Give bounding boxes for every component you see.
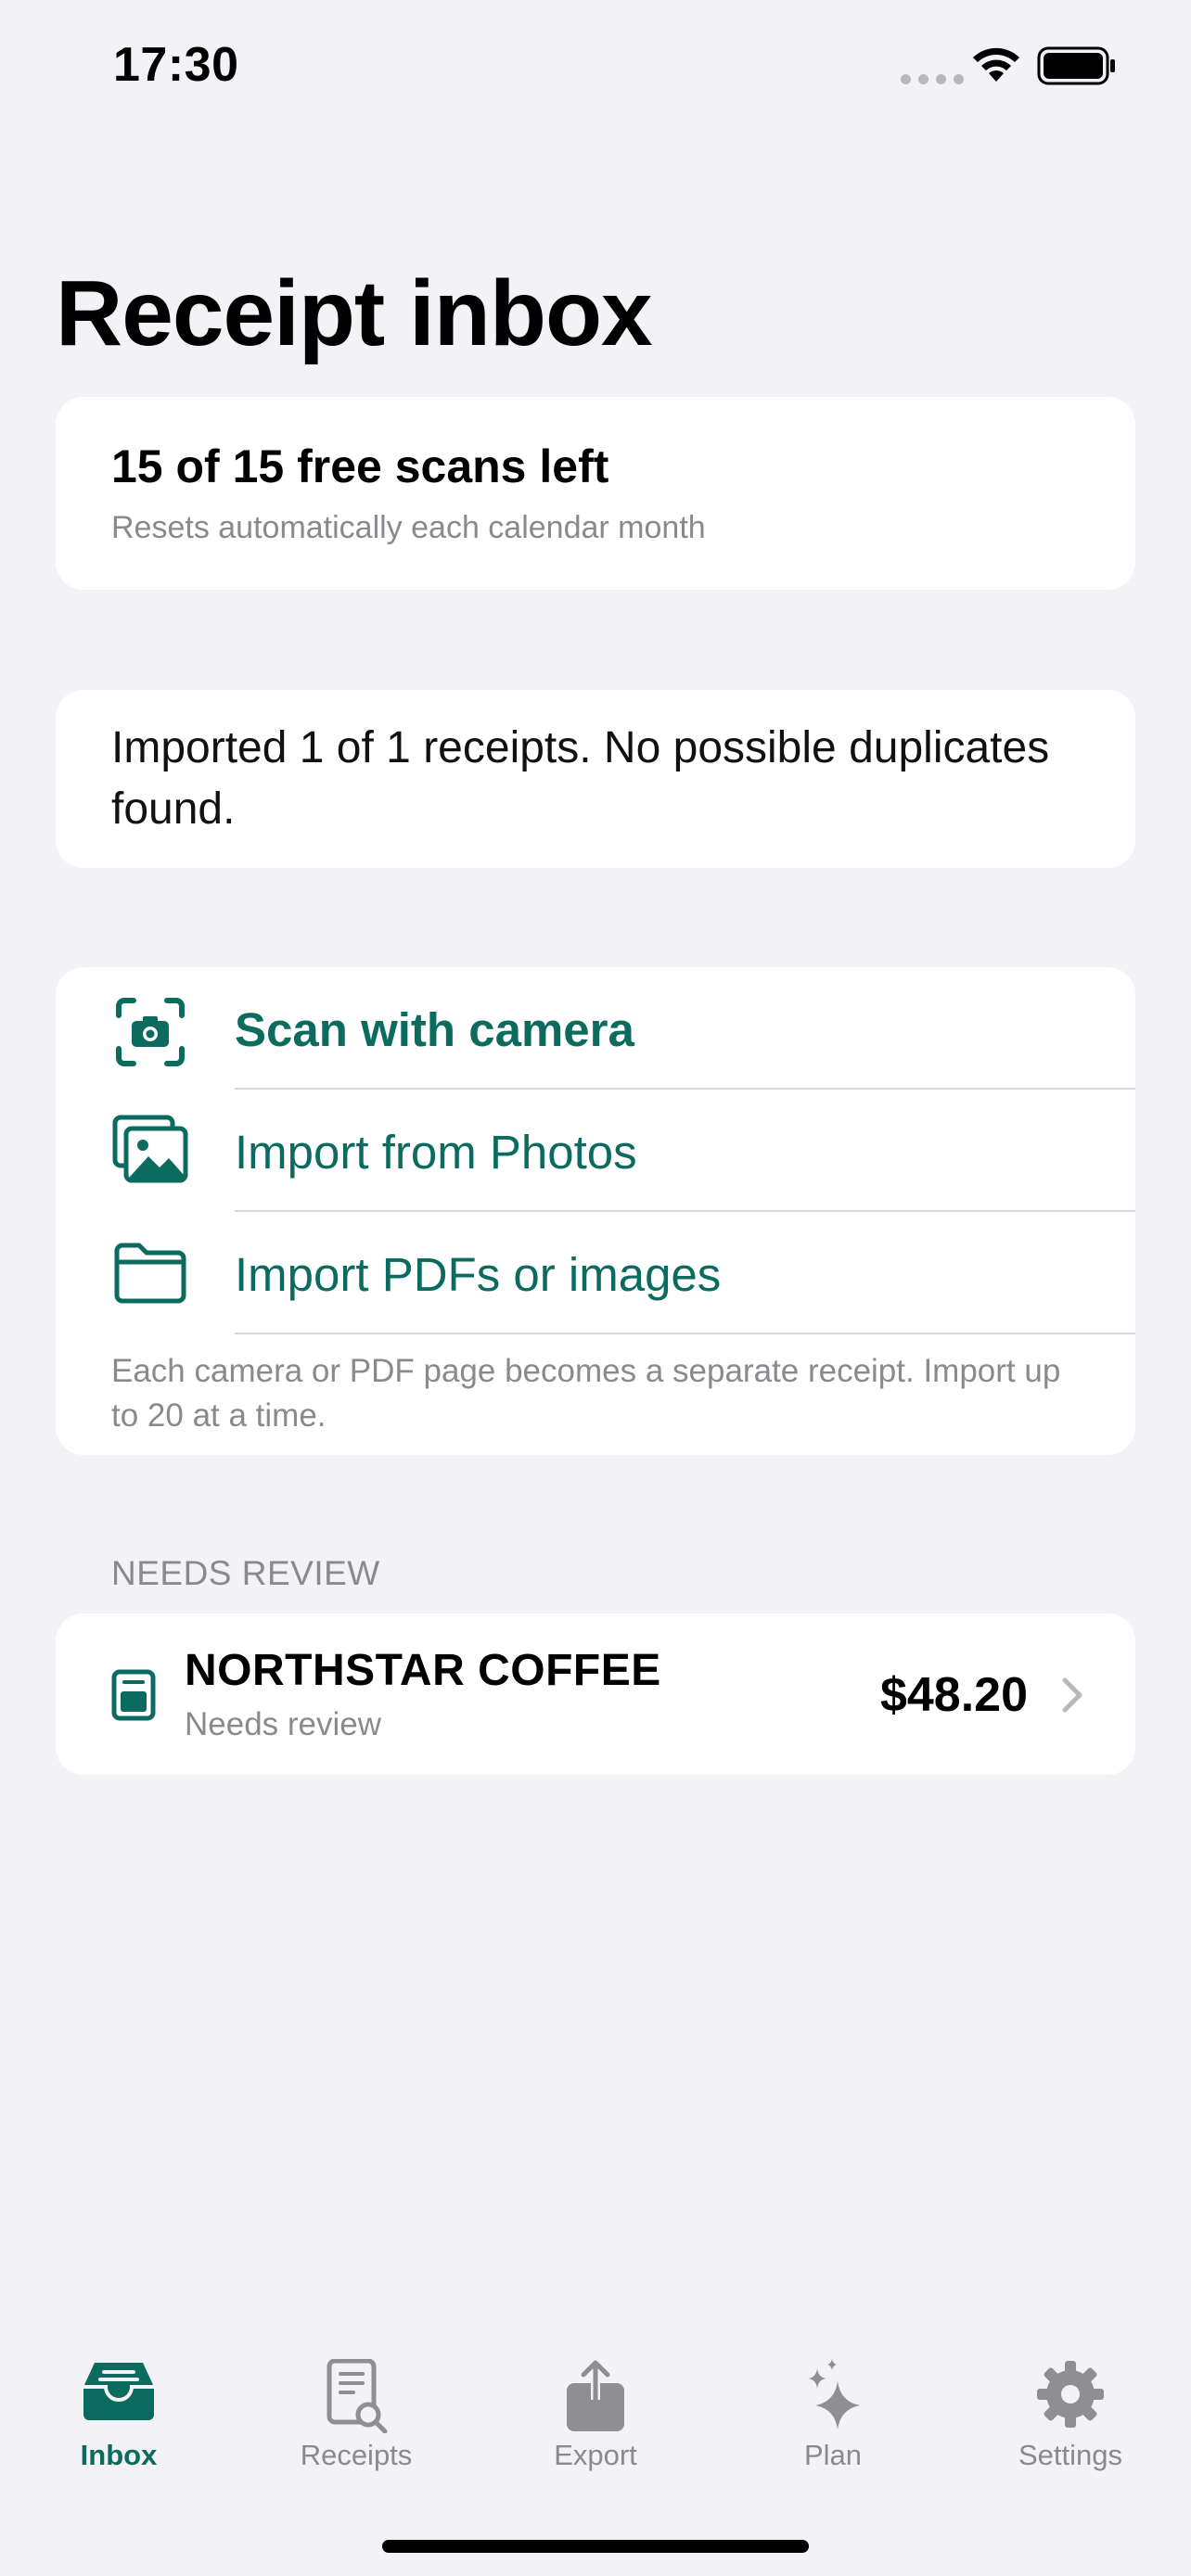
page-title: Receipt inbox: [56, 261, 653, 365]
folder-icon: [114, 1243, 186, 1304]
import-actions-card: Scan with camera Import from Photos Impo…: [56, 967, 1135, 1455]
gear-icon: [1037, 2361, 1104, 2428]
status-bar: 17:30: [0, 0, 1191, 139]
import-result-card: Imported 1 of 1 receipts. No possible du…: [56, 690, 1135, 868]
receipt-search-icon: [327, 2359, 388, 2433]
divider: [235, 1333, 1135, 1334]
home-indicator: [382, 2540, 809, 2553]
scan-with-camera-button[interactable]: Scan with camera: [56, 967, 1135, 1090]
scan-with-camera-label: Scan with camera: [235, 1003, 634, 1056]
review-status: Needs review: [185, 1706, 382, 1742]
cellular-signal-icon: [901, 74, 964, 84]
import-result-message: Imported 1 of 1 receipts. No possible du…: [111, 723, 1050, 834]
tab-receipts-label: Receipts: [300, 2439, 413, 2471]
receipt-icon: [111, 1669, 156, 1721]
import-pdfs-button[interactable]: Import PDFs or images: [56, 1212, 1135, 1334]
tab-inbox-label: Inbox: [80, 2439, 158, 2471]
tab-receipts[interactable]: Receipts: [254, 2337, 458, 2476]
import-pdfs-label: Import PDFs or images: [235, 1248, 722, 1301]
receipt-list-item[interactable]: NORTHSTAR COFFEE Needs review $48.20: [56, 1613, 1135, 1775]
tab-export-label: Export: [554, 2439, 637, 2471]
chevron-right-icon: [1062, 1677, 1082, 1713]
sparkles-icon: [808, 2359, 860, 2429]
camera-viewfinder-icon: [116, 998, 185, 1066]
tab-inbox[interactable]: Inbox: [17, 2337, 221, 2476]
tab-plan-label: Plan: [803, 2439, 863, 2471]
scan-quota-card: 15 of 15 free scans left Resets automati…: [56, 397, 1135, 590]
merchant-name: NORTHSTAR COFFEE: [185, 1646, 661, 1695]
tab-plan[interactable]: Plan: [731, 2337, 935, 2476]
tab-settings-label: Settings: [1018, 2439, 1122, 2471]
import-actions-note: Each camera or PDF page becomes a separa…: [111, 1353, 1061, 1434]
quota-title: 15 of 15 free scans left: [111, 440, 609, 492]
quota-subtitle: Resets automatically each calendar month: [111, 510, 706, 545]
status-time: 17:30: [113, 38, 239, 92]
receipt-amount: $48.20: [879, 1668, 1028, 1722]
inbox-tray-icon: [83, 2363, 154, 2420]
wifi-icon: [973, 47, 1019, 82]
tab-export[interactable]: Export: [493, 2337, 698, 2476]
photos-icon: [112, 1115, 188, 1183]
share-export-icon: [567, 2360, 624, 2431]
tab-settings[interactable]: Settings: [968, 2337, 1172, 2476]
import-from-photos-button[interactable]: Import from Photos: [56, 1090, 1135, 1212]
import-from-photos-label: Import from Photos: [235, 1126, 637, 1179]
battery-icon: [1037, 46, 1115, 85]
needs-review-header: NEEDS REVIEW: [111, 1554, 380, 1592]
